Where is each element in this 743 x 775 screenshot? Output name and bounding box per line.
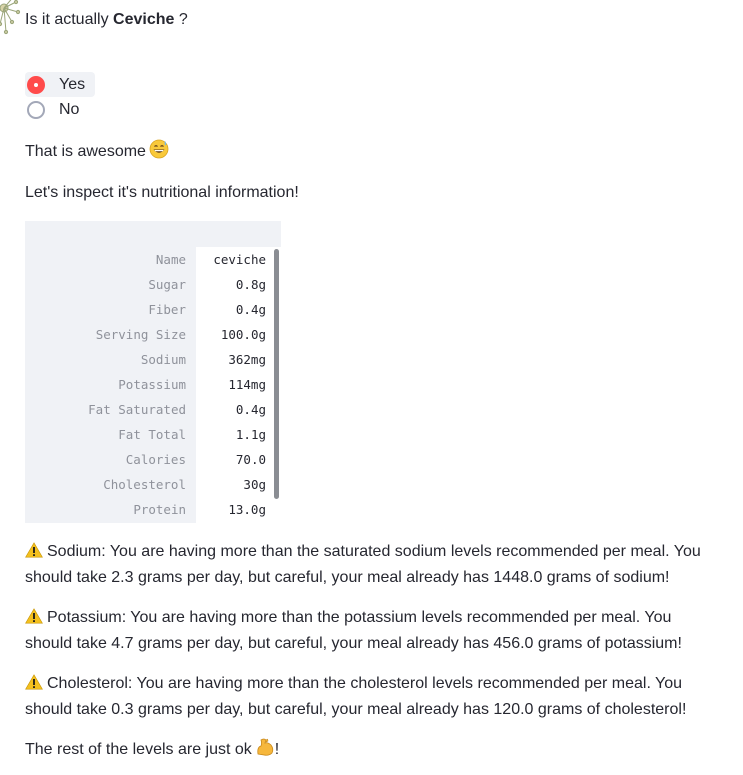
table-row-value: 1.1g	[235, 427, 266, 442]
warning-icon	[25, 608, 43, 624]
table-row-value: 70.0	[235, 452, 266, 467]
food-name: Ceviche	[113, 11, 175, 28]
flexed-biceps-emoji-icon	[257, 738, 273, 756]
table-row-value: 0.4g	[235, 402, 266, 417]
table-row-value: 0.8g	[235, 277, 266, 292]
table-row-value: 13.0g	[228, 502, 266, 517]
warning-icon	[25, 674, 43, 690]
table-row-key: Cholesterol	[103, 477, 186, 492]
radio-checked-icon[interactable]	[27, 75, 45, 94]
radio-label-yes: Yes	[59, 75, 86, 93]
table-row-value: 362mg	[228, 352, 266, 367]
food-question: Is it actually Ceviche ?	[25, 10, 188, 30]
radio-label-no: No	[59, 100, 80, 118]
table-row-key: Potassium	[118, 377, 186, 392]
table-row: Cholesterol 30g	[25, 472, 281, 497]
table-row-value: 114mg	[228, 377, 266, 392]
warning-cholesterol: Cholesterol: You are having more than th…	[25, 674, 687, 718]
table-row: Sodium 362mg	[25, 347, 281, 372]
flower-decoration-icon	[0, 0, 21, 35]
table-row: Fat Total 1.1g	[25, 422, 281, 447]
grinning-sweat-emoji-icon	[149, 139, 169, 159]
table-row-key: Protein	[133, 502, 186, 517]
warning-icon	[25, 542, 43, 558]
question-prefix: Is it actually	[25, 11, 114, 28]
response-text: That is awesome	[25, 139, 169, 165]
nutrition-dataframe[interactable]: Name ceviche Sugar 0.8g Fiber 0.4g Serving Siz…	[25, 221, 281, 523]
table-row-value: 30g	[243, 477, 266, 492]
table-row-key: Calories	[125, 452, 186, 467]
table-row-key: Name	[155, 252, 186, 267]
radio-option-no[interactable]: No	[25, 97, 95, 122]
table-row-key: Fiber	[148, 302, 186, 317]
table-row-value: ceviche	[213, 252, 266, 267]
closing-text: The rest of the levels are just ok !	[25, 737, 279, 763]
table-row-key: Fat Saturated	[88, 402, 186, 417]
inspect-heading: Let's inspect it's nutritional informati…	[25, 184, 299, 201]
table-row-value: 0.4g	[235, 302, 266, 317]
table-row: Protein 13.0g	[25, 497, 281, 522]
table-row: Potassium 114mg	[25, 372, 281, 397]
table-row-key: Sodium	[140, 352, 186, 367]
table-row: Fat Saturated 0.4g	[25, 397, 281, 422]
table-row: Serving Size 100.0g	[25, 322, 281, 347]
confirm-radio-group: Yes No	[25, 72, 96, 122]
table-row: Calories 70.0	[25, 447, 281, 472]
radio-unchecked-icon[interactable]	[27, 100, 45, 119]
warning-potassium: Potassium: You are having more than the …	[25, 608, 682, 652]
table-row-value: 100.0g	[220, 327, 266, 342]
table-row: Name ceviche	[25, 247, 281, 272]
table-row-key: Fat Total	[118, 427, 186, 442]
dataframe-scrollbar[interactable]	[274, 249, 279, 499]
table-row: Sugar 0.8g	[25, 272, 281, 297]
table-row: Fiber 0.4g	[25, 297, 281, 322]
radio-option-yes[interactable]: Yes	[25, 72, 96, 97]
table-row-key: Sugar	[148, 277, 186, 292]
question-suffix: ?	[174, 11, 188, 28]
warning-sodium: Sodium: You are having more than the sat…	[25, 542, 701, 586]
table-row-key: Serving Size	[95, 327, 186, 342]
